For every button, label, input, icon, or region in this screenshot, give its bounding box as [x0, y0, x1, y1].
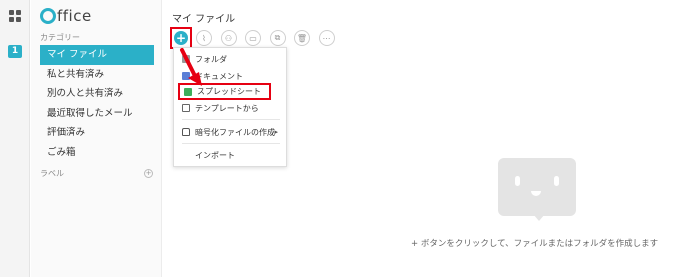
page-title: マイ ファイル	[172, 14, 236, 25]
menu-item-spreadsheet[interactable]: スプレッドシート	[178, 83, 271, 100]
lock-icon	[182, 128, 190, 136]
sidebar: ffice カテゴリー マイ ファイル 私と共有済み 別の人と共有済み 最近取得…	[31, 0, 162, 277]
sidebar-item-shared-with-me[interactable]: 私と共有済み	[40, 65, 154, 85]
label-section-title: ラベル	[40, 169, 64, 178]
menu-item-import[interactable]: インポート	[174, 147, 286, 163]
sidebar-item-trash[interactable]: ごみ箱	[40, 143, 154, 163]
robot-bubble-tail	[533, 214, 545, 221]
label-section: ラベル +	[40, 168, 153, 179]
document-icon	[182, 72, 190, 80]
menu-item-document[interactable]: ドキュメント	[174, 68, 286, 84]
template-icon	[182, 104, 190, 112]
more-icon[interactable]: ⋯	[318, 30, 335, 46]
trash-icon[interactable]: 🗑	[294, 30, 310, 46]
menu-item-folder[interactable]: フォルダ	[174, 51, 286, 67]
new-item-dropdown: フォルダ ドキュメント スプレッドシート テンプレートから 暗号化ファイルの作成…	[173, 47, 287, 167]
copy-icon[interactable]: ⧉	[269, 30, 286, 46]
toolbar: + ⌇ ⚇ ▭ ⧉ 🗑 ⋯	[170, 27, 343, 49]
menu-item-label: ドキュメント	[195, 71, 243, 81]
menu-item-encrypted-file[interactable]: 暗号化ファイルの作成 ▸	[174, 124, 286, 140]
empty-state-robot-icon	[498, 158, 576, 216]
empty-state-message: + ボタンをクリックして、ファイルまたはフォルダを作成します	[411, 239, 659, 249]
menu-item-label: インポート	[195, 150, 235, 160]
logo-text: ffice	[57, 7, 92, 25]
logo-o-icon	[40, 8, 56, 24]
menu-item-label: フォルダ	[195, 54, 227, 64]
menu-divider	[182, 119, 280, 120]
paperclip-icon[interactable]: ⌇	[196, 30, 212, 46]
add-button-highlight: +	[170, 27, 192, 49]
app-logo[interactable]: ffice	[40, 6, 92, 26]
add-label-icon[interactable]: +	[144, 169, 153, 178]
folder-move-icon[interactable]: ▭	[245, 30, 261, 46]
share-user-icon[interactable]: ⚇	[220, 30, 237, 46]
rail-badge[interactable]: 1	[8, 45, 22, 58]
menu-divider	[182, 143, 280, 144]
apps-grid-icon[interactable]	[9, 10, 21, 22]
sidebar-item-my-files[interactable]: マイ ファイル	[40, 45, 154, 65]
menu-item-label: スプレッドシート	[197, 87, 261, 96]
spreadsheet-icon	[184, 87, 192, 96]
menu-item-template[interactable]: テンプレートから	[174, 100, 286, 116]
add-button[interactable]: +	[174, 31, 188, 45]
folder-icon	[182, 55, 190, 63]
submenu-arrow-icon: ▸	[274, 128, 278, 136]
sidebar-item-rated[interactable]: 評価済み	[40, 123, 154, 143]
sidebar-item-shared-by-me[interactable]: 別の人と共有済み	[40, 84, 154, 104]
sidebar-item-recent-mail[interactable]: 最近取得したメール	[40, 104, 154, 124]
menu-item-label: 暗号化ファイルの作成	[195, 127, 275, 137]
menu-item-label: テンプレートから	[195, 103, 259, 113]
sidebar-nav: マイ ファイル 私と共有済み 別の人と共有済み 最近取得したメール 評価済み ご…	[40, 45, 154, 162]
app-rail: 1	[0, 0, 30, 277]
category-heading: カテゴリー	[40, 33, 80, 42]
